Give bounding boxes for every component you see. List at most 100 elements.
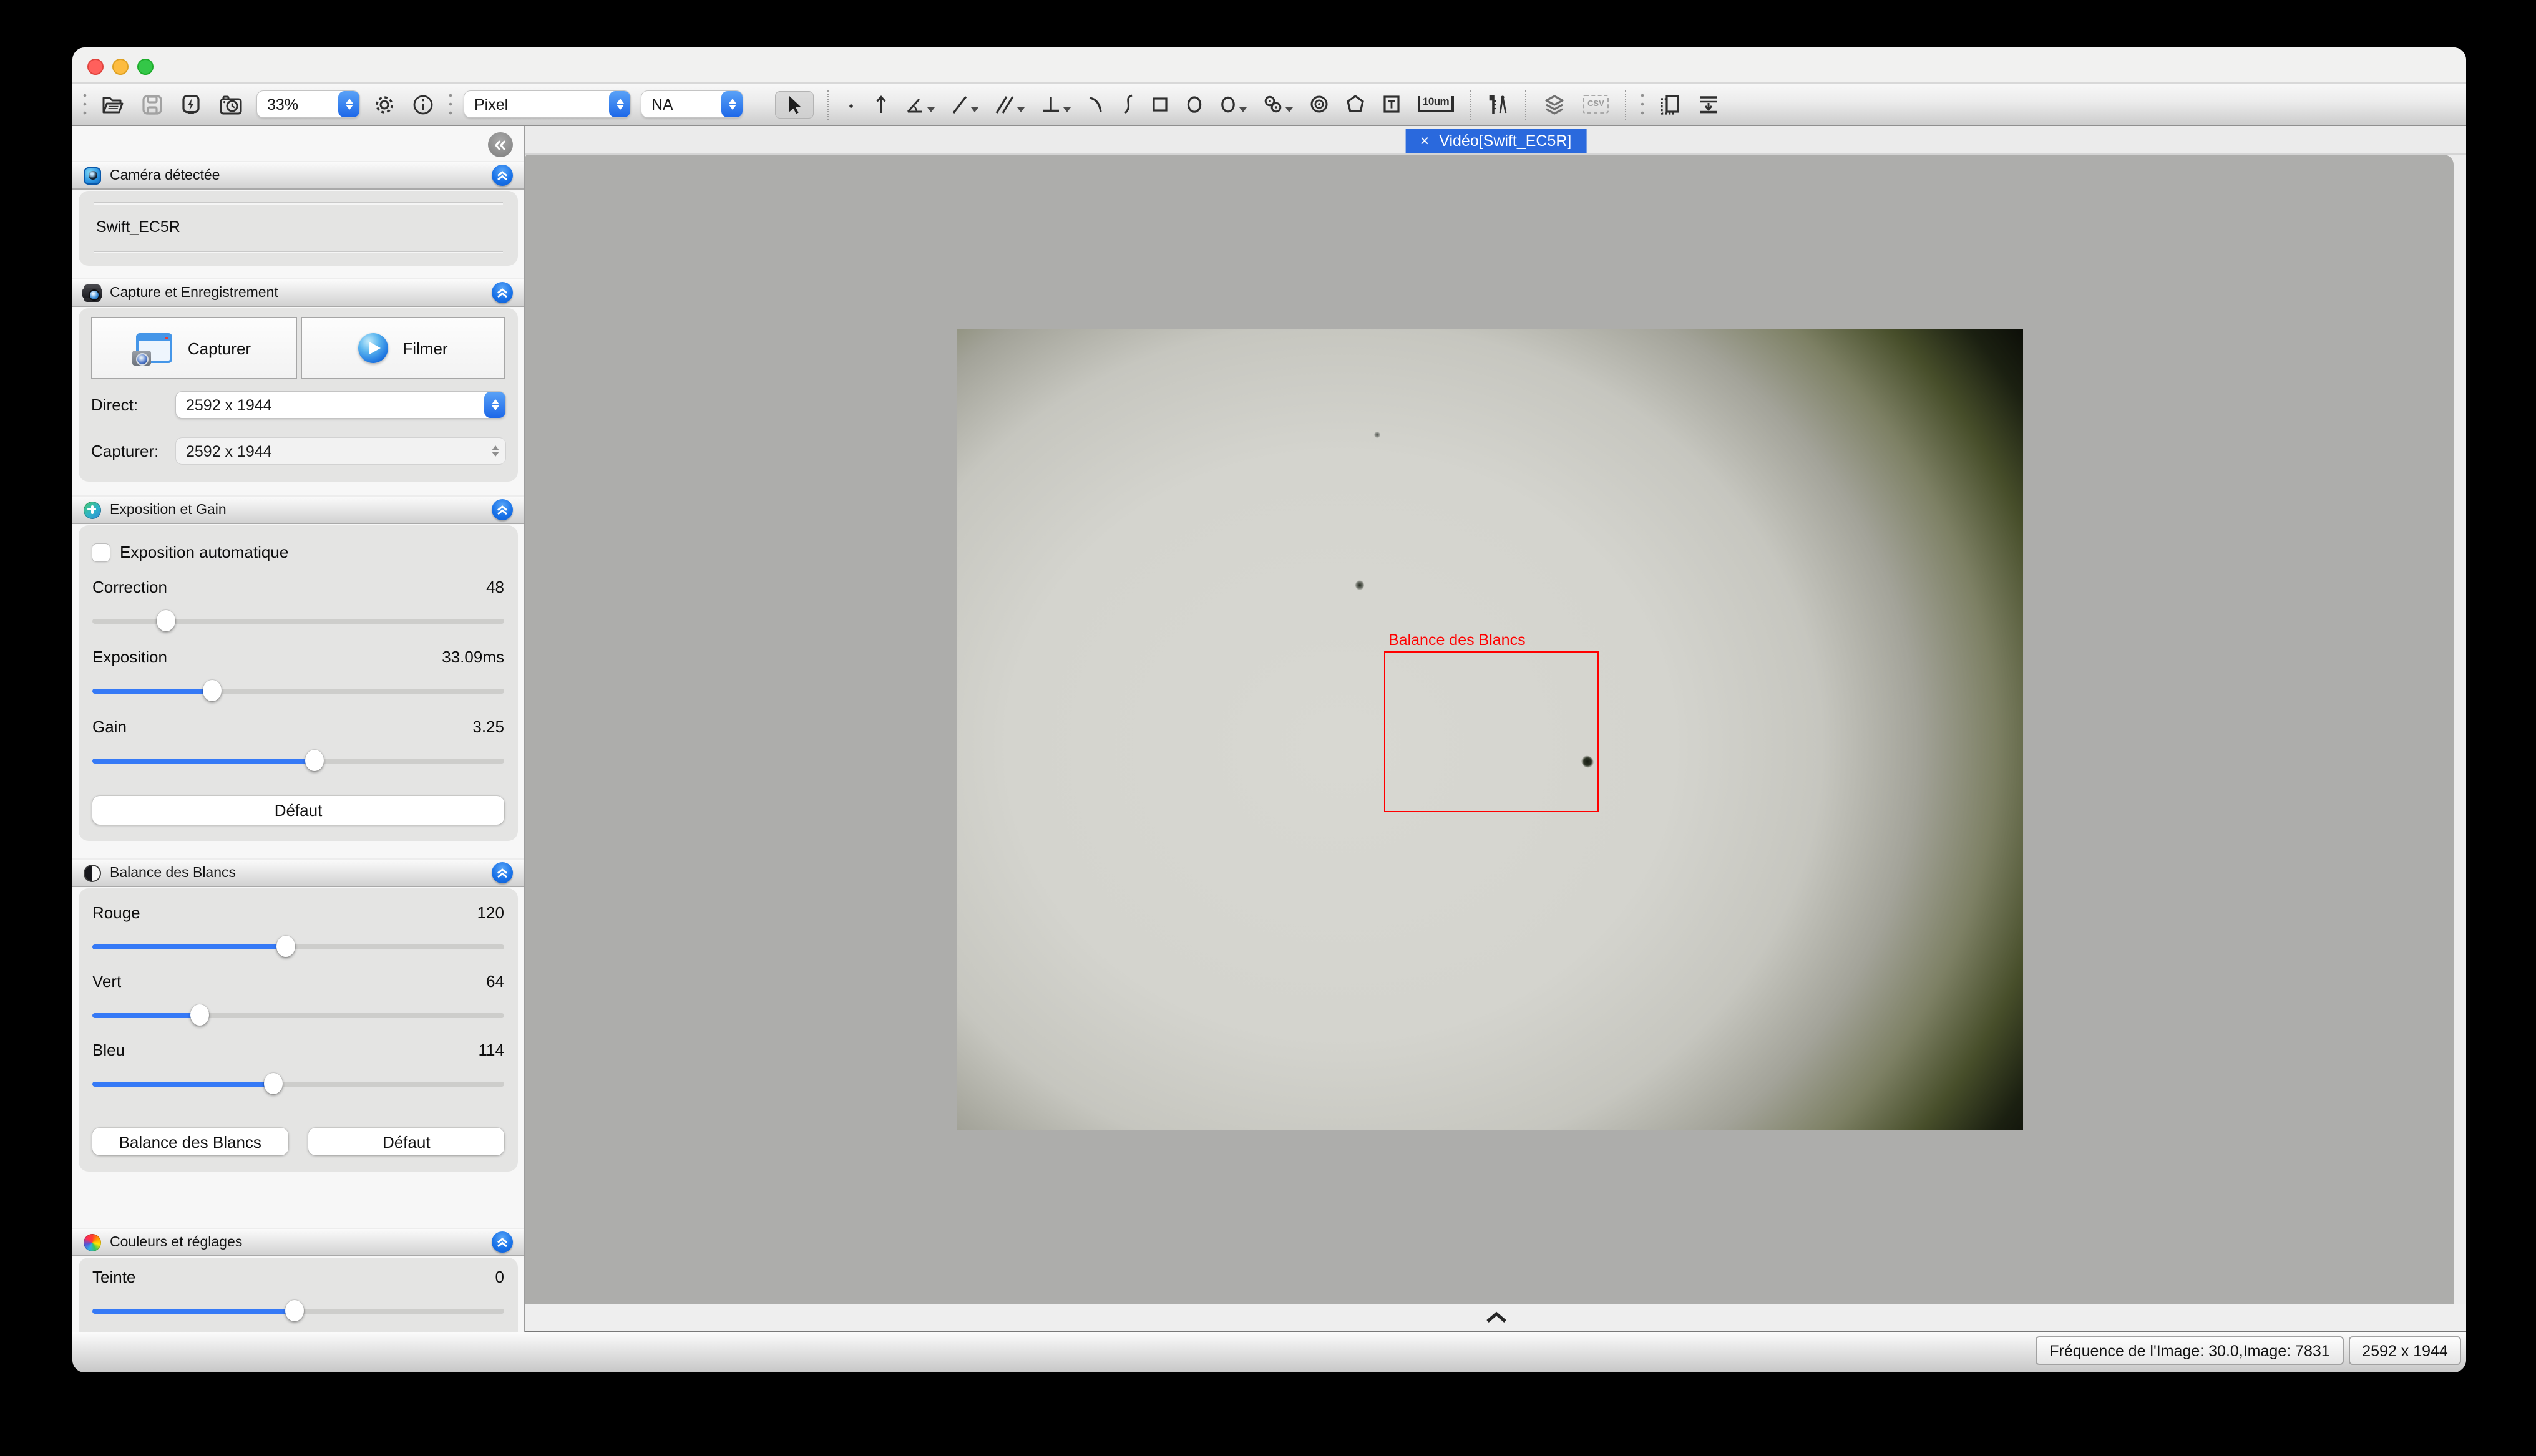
curve-tool[interactable] <box>1117 90 1137 119</box>
record-button[interactable]: Filmer <box>300 317 505 379</box>
unit-stepper[interactable] <box>609 91 630 117</box>
white-balance-panel-header[interactable]: Balance des Blancs <box>72 858 524 887</box>
text-tool[interactable] <box>1379 90 1404 119</box>
snap-resolution-stepper[interactable] <box>484 438 505 464</box>
perpendicular-tool[interactable] <box>1038 90 1073 119</box>
camera-timer-button[interactable] <box>216 89 246 119</box>
toolbar-drag-handle[interactable] <box>82 90 87 118</box>
red-slider[interactable] <box>92 936 504 957</box>
export-csv-button[interactable]: CSV <box>1580 91 1612 117</box>
color-wheel-icon <box>84 1233 101 1251</box>
exposure-panel-collapse-button[interactable] <box>492 499 513 520</box>
zoom-stepper[interactable] <box>338 91 359 117</box>
linked-circles-tool-caret[interactable] <box>1285 107 1293 112</box>
layers-button[interactable] <box>1540 89 1569 119</box>
auto-exposure-checkbox[interactable] <box>92 543 110 561</box>
angle-tool[interactable] <box>902 90 937 119</box>
camera-panel-collapse-button[interactable] <box>492 165 513 186</box>
polygon-tool[interactable] <box>1343 90 1368 119</box>
green-slider[interactable] <box>92 1004 504 1026</box>
camera-panel-title: Caméra détectée <box>110 168 220 183</box>
na-stepper[interactable] <box>721 91 743 117</box>
capture-panel-collapse-button[interactable] <box>492 282 513 303</box>
double-chevron-up-icon <box>497 505 508 515</box>
camera-panel-header[interactable]: Caméra détectée <box>72 161 524 190</box>
point-tool[interactable] <box>842 90 860 118</box>
scalebar-tool[interactable]: 10um <box>1415 92 1456 116</box>
colors-panel-header[interactable]: Couleurs et réglages <box>72 1228 524 1256</box>
live-video-frame[interactable]: Balance des Blancs <box>957 329 2022 1130</box>
measure-separator <box>1470 89 1471 119</box>
toolbar-drag-handle-2[interactable] <box>1641 90 1646 118</box>
settings-button[interactable] <box>371 89 398 119</box>
status-bar: Fréquence de l'Image: 30.0,Image: 7831 2… <box>72 1332 2466 1372</box>
info-button[interactable] <box>409 89 437 119</box>
capture-button[interactable]: Capturer <box>91 317 296 379</box>
white-balance-roi[interactable]: Balance des Blancs <box>1383 651 1598 812</box>
unit-select[interactable]: Pixel <box>464 91 630 117</box>
linked-circles-tool[interactable] <box>1261 90 1295 119</box>
zoom-window-button[interactable] <box>137 59 154 75</box>
correction-slider[interactable] <box>92 610 504 631</box>
exposure-panel-header[interactable]: Exposition et Gain <box>72 495 524 524</box>
circle-tool[interactable] <box>1217 90 1249 119</box>
white-balance-panel-collapse-button[interactable] <box>492 862 513 883</box>
capture-panel-header[interactable]: Capture et Enregistrement <box>72 278 524 307</box>
merge-export-button[interactable] <box>1695 89 1723 119</box>
video-viewport[interactable]: Balance des Blancs <box>525 155 2454 1304</box>
select-tool[interactable] <box>775 90 814 118</box>
save-button[interactable] <box>139 89 166 119</box>
line-tool-caret[interactable] <box>971 107 978 112</box>
exposure-icon <box>84 501 101 518</box>
bottom-panel-toggle[interactable] <box>525 1304 2466 1332</box>
gain-slider[interactable] <box>92 750 504 771</box>
circle-tool-caret[interactable] <box>1239 107 1247 112</box>
blue-slider[interactable] <box>92 1073 504 1094</box>
live-resolution-label: Direct: <box>91 396 176 414</box>
red-slider-knob[interactable] <box>276 936 295 957</box>
arrow-tool[interactable] <box>871 90 891 119</box>
na-select[interactable]: NA <box>641 91 743 117</box>
snap-resolution-select[interactable]: 2592 x 1944 <box>176 438 505 464</box>
exposure-default-button[interactable]: Défaut <box>92 796 504 825</box>
tab-close-button[interactable]: × <box>1420 132 1430 150</box>
angle-tool-caret[interactable] <box>927 107 935 112</box>
white-balance-default-button[interactable]: Défaut <box>309 1128 505 1155</box>
white-balance-button[interactable]: Balance des Blancs <box>92 1128 288 1155</box>
snap-resolution-label: Capturer: <box>91 442 176 460</box>
perpendicular-tool-caret[interactable] <box>1063 107 1071 112</box>
title-bar[interactable] <box>72 47 2466 84</box>
concentric-circles-tool[interactable] <box>1307 90 1332 119</box>
live-resolution-select[interactable]: 2592 x 1944 <box>176 392 505 418</box>
copy-button[interactable] <box>1657 89 1684 119</box>
colors-panel-collapse-button[interactable] <box>492 1231 513 1253</box>
ellipse-tool[interactable] <box>1183 90 1206 119</box>
parallel-tool-caret[interactable] <box>1017 107 1025 112</box>
exposure-slider[interactable] <box>92 680 504 701</box>
camera-name[interactable]: Swift_EC5R <box>96 218 500 236</box>
correction-slider-knob[interactable] <box>157 610 176 631</box>
calibrate-button[interactable] <box>1485 89 1511 119</box>
video-tab[interactable]: × Vidéo[Swift_EC5R] <box>1405 129 1587 153</box>
camera-flash-button[interactable] <box>177 89 205 119</box>
gain-slider-knob[interactable] <box>305 750 324 771</box>
auto-exposure-label: Exposition automatique <box>120 543 288 561</box>
rectangle-tool[interactable] <box>1148 90 1172 119</box>
live-resolution-stepper[interactable] <box>484 392 505 418</box>
close-window-button[interactable] <box>87 59 104 75</box>
green-slider-knob[interactable] <box>190 1004 209 1026</box>
arc-tool[interactable] <box>1085 90 1106 119</box>
parallel-tool[interactable] <box>992 90 1027 119</box>
open-file-button[interactable] <box>99 89 127 119</box>
line-icon <box>951 94 968 115</box>
minimize-window-button[interactable] <box>112 59 129 75</box>
zoom-select[interactable]: 33% <box>257 91 359 117</box>
sidebar-collapse-button[interactable] <box>488 132 513 157</box>
correction-value: 48 <box>486 578 504 596</box>
blue-slider-knob[interactable] <box>264 1073 283 1094</box>
save-icon <box>141 93 163 115</box>
hue-slider[interactable] <box>92 1300 504 1321</box>
exposure-slider-knob[interactable] <box>202 680 221 701</box>
hue-slider-knob[interactable] <box>285 1300 303 1321</box>
line-tool[interactable] <box>949 90 981 119</box>
